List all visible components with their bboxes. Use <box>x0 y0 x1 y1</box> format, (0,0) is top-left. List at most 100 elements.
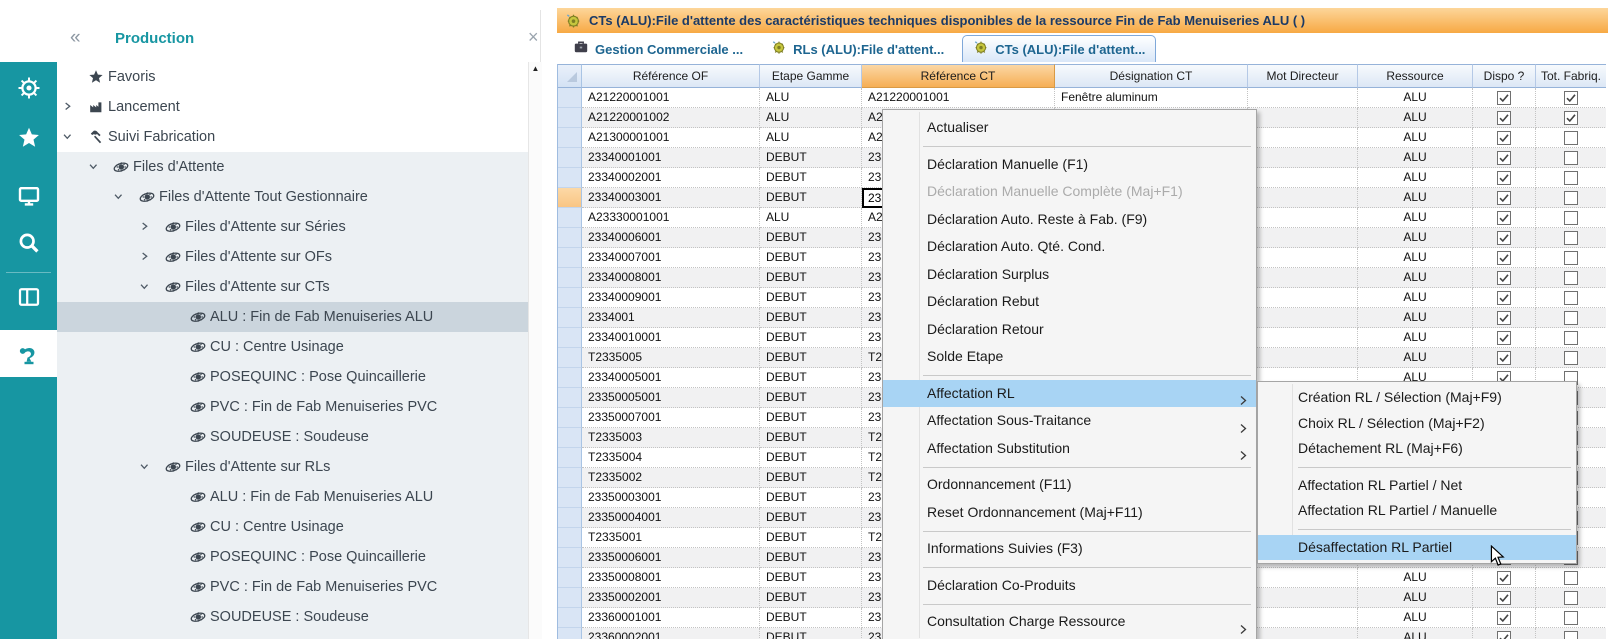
row-selector[interactable] <box>558 308 582 328</box>
tree-node[interactable]: POSEQUINC : Pose Quincaillerie <box>57 542 528 572</box>
cell-ref_of[interactable]: 2334001 <box>582 308 760 328</box>
cell-ref_of[interactable]: 23340001001 <box>582 148 760 168</box>
cell-ressource[interactable]: ALU <box>1358 328 1473 348</box>
tree-node[interactable]: Lancement <box>57 92 528 122</box>
cell-mot_directeur[interactable] <box>1248 628 1358 639</box>
cell-mot_directeur[interactable] <box>1248 108 1358 128</box>
row-selector[interactable] <box>558 248 582 268</box>
cell-mot_directeur[interactable] <box>1248 208 1358 228</box>
tot_fab-checkbox[interactable] <box>1536 228 1606 248</box>
context-menu-item[interactable]: Affectation Sous-Traitance <box>883 407 1256 435</box>
dispo-checkbox[interactable] <box>1473 168 1536 188</box>
cell-etape[interactable]: ALU <box>760 108 862 128</box>
cell-etape[interactable]: DEBUT <box>760 528 862 548</box>
row-selector[interactable] <box>558 508 582 528</box>
dispo-checkbox[interactable] <box>1473 248 1536 268</box>
cell-ref_of[interactable]: A23330001001 <box>582 208 760 228</box>
cell-ref_of[interactable]: 23340003001 <box>582 188 760 208</box>
cell-etape[interactable]: DEBUT <box>760 448 862 468</box>
row-selector[interactable] <box>558 188 582 208</box>
dispo-checkbox[interactable] <box>1473 328 1536 348</box>
rail-item-search-icon[interactable] <box>0 221 57 265</box>
tot_fab-checkbox[interactable] <box>1536 308 1606 328</box>
cell-mot_directeur[interactable] <box>1248 188 1358 208</box>
cell-ref_of[interactable]: 23340009001 <box>582 288 760 308</box>
cell-mot_directeur[interactable] <box>1248 588 1358 608</box>
submenu-item[interactable]: Choix RL / Sélection (Maj+F2) <box>1258 411 1576 437</box>
cell-mot_directeur[interactable] <box>1248 168 1358 188</box>
tot_fab-checkbox[interactable] <box>1536 328 1606 348</box>
context-menu-item[interactable]: Informations Suivies (F3) <box>883 535 1256 563</box>
select-all-corner[interactable] <box>558 64 582 88</box>
context-menu-item[interactable]: Déclaration Co-Produits <box>883 572 1256 600</box>
rail-item-star-icon[interactable] <box>0 116 57 160</box>
cell-ressource[interactable]: ALU <box>1358 108 1473 128</box>
dispo-checkbox[interactable] <box>1473 348 1536 368</box>
submenu-item[interactable]: Désaffectation RL Partiel <box>1258 535 1576 561</box>
cell-etape[interactable]: DEBUT <box>760 428 862 448</box>
cell-mot_directeur[interactable] <box>1248 268 1358 288</box>
rail-item-robot-arm-icon[interactable] <box>0 330 57 377</box>
chevron-down-icon[interactable] <box>113 191 126 204</box>
cell-etape[interactable]: DEBUT <box>760 328 862 348</box>
tree-node[interactable]: Suivi Fabrication <box>57 122 528 152</box>
rail-item-wheel-icon[interactable] <box>0 66 57 110</box>
tot_fab-checkbox[interactable] <box>1536 168 1606 188</box>
row-selector[interactable] <box>558 368 582 388</box>
context-menu-item[interactable]: Solde Etape <box>883 343 1256 371</box>
cell-mot_directeur[interactable] <box>1248 348 1358 368</box>
context-menu-item[interactable]: Affectation RL <box>883 380 1256 408</box>
cell-ref_of[interactable]: 23350008001 <box>582 568 760 588</box>
cell-mot_directeur[interactable] <box>1248 568 1358 588</box>
cell-mot_directeur[interactable] <box>1248 88 1358 108</box>
row-selector[interactable] <box>558 428 582 448</box>
cell-ressource[interactable]: ALU <box>1358 188 1473 208</box>
cell-ressource[interactable]: ALU <box>1358 128 1473 148</box>
scroll-up-icon[interactable]: ▲ <box>529 62 542 76</box>
submenu-item[interactable]: Création RL / Sélection (Maj+F9) <box>1258 385 1576 411</box>
cell-ressource[interactable]: ALU <box>1358 608 1473 628</box>
cell-etape[interactable]: DEBUT <box>760 228 862 248</box>
row-selector[interactable] <box>558 88 582 108</box>
cell-ressource[interactable]: ALU <box>1358 228 1473 248</box>
rail-item-monitor-icon[interactable] <box>0 174 57 218</box>
cell-ressource[interactable]: ALU <box>1358 248 1473 268</box>
close-panel-button[interactable]: × <box>528 27 539 48</box>
row-selector[interactable] <box>558 228 582 248</box>
cell-ressource[interactable]: ALU <box>1358 148 1473 168</box>
cell-ref_of[interactable]: 23350004001 <box>582 508 760 528</box>
tree-node[interactable]: ALU : Fin de Fab Menuiseries ALU <box>57 302 528 332</box>
cell-etape[interactable]: DEBUT <box>760 268 862 288</box>
cell-ressource[interactable]: ALU <box>1358 168 1473 188</box>
submenu-item[interactable]: Détachement RL (Maj+F6) <box>1258 436 1576 462</box>
tree-scrollbar[interactable]: ▲ <box>528 62 542 639</box>
tree-node[interactable]: Files d'Attente sur OFs <box>57 242 528 272</box>
tot_fab-checkbox[interactable] <box>1536 88 1606 108</box>
cell-designation[interactable]: Fenêtre aluminum <box>1055 88 1248 108</box>
row-selector[interactable] <box>558 568 582 588</box>
tree-node[interactable]: Files d'Attente sur Séries <box>57 212 528 242</box>
tree-node[interactable]: Favoris <box>57 62 528 92</box>
tot_fab-checkbox[interactable] <box>1536 608 1606 628</box>
cell-etape[interactable]: DEBUT <box>760 408 862 428</box>
row-selector[interactable] <box>558 268 582 288</box>
cell-etape[interactable]: DEBUT <box>760 608 862 628</box>
row-selector[interactable] <box>558 628 582 639</box>
tot_fab-checkbox[interactable] <box>1536 288 1606 308</box>
table-row[interactable]: A21220001001ALUA21220001001Fenêtre alumi… <box>558 88 1606 108</box>
tot_fab-checkbox[interactable] <box>1536 188 1606 208</box>
cell-etape[interactable]: DEBUT <box>760 168 862 188</box>
row-selector[interactable] <box>558 408 582 428</box>
column-header-designation[interactable]: Désignation CT <box>1055 64 1248 88</box>
context-menu-item[interactable]: Déclaration Retour <box>883 316 1256 344</box>
cell-mot_directeur[interactable] <box>1248 248 1358 268</box>
cell-ref_of[interactable]: A21220001001 <box>582 88 760 108</box>
dispo-checkbox[interactable] <box>1473 268 1536 288</box>
tot_fab-checkbox[interactable] <box>1536 268 1606 288</box>
row-selector[interactable] <box>558 168 582 188</box>
context-menu-item[interactable]: Déclaration Auto. Reste à Fab. (F9) <box>883 206 1256 234</box>
cell-ref_of[interactable]: 23350002001 <box>582 588 760 608</box>
cell-mot_directeur[interactable] <box>1248 308 1358 328</box>
tree-node[interactable]: SOUDEUSE : Soudeuse <box>57 422 528 452</box>
dispo-checkbox[interactable] <box>1473 208 1536 228</box>
